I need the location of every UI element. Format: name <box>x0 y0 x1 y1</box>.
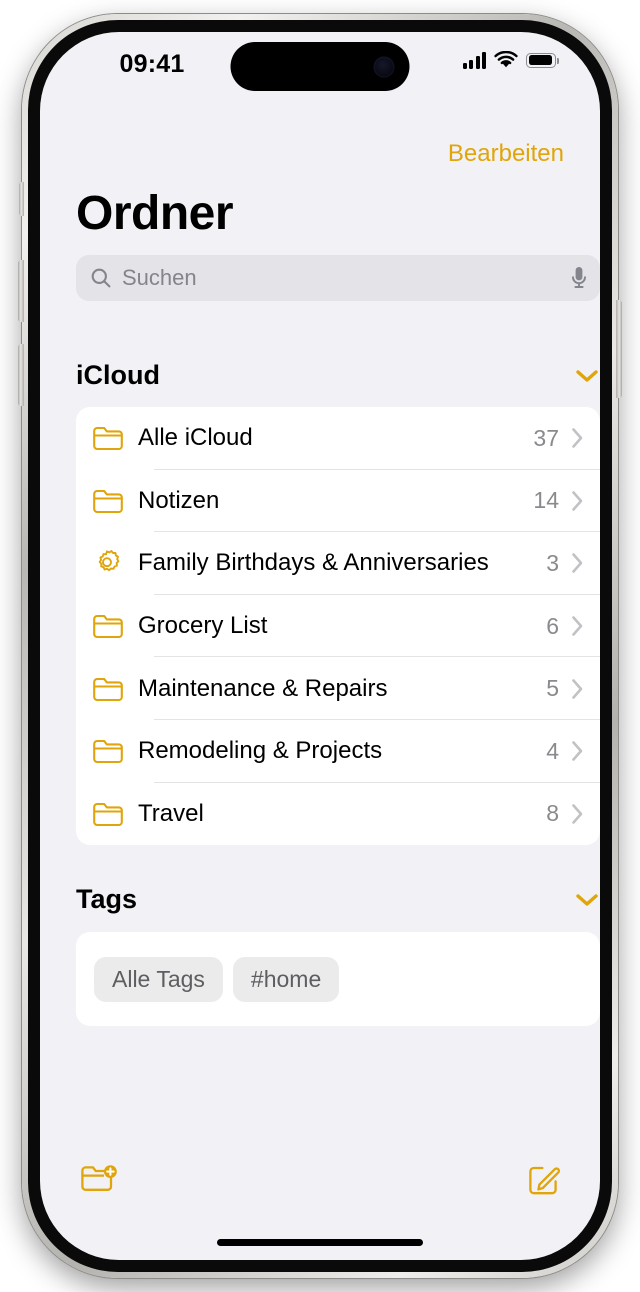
folder-icon <box>92 738 138 764</box>
section-title-icloud: iCloud <box>76 360 160 390</box>
folder-name: Maintenance & Repairs <box>138 674 388 702</box>
folder-icon <box>92 676 138 702</box>
list-item[interactable]: Grocery List 6 <box>76 595 600 658</box>
status-time: 09:41 <box>119 50 185 78</box>
folder-name: Alle iCloud <box>138 424 253 452</box>
chevron-right-icon <box>571 552 584 574</box>
folder-count: 3 <box>546 549 559 576</box>
list-item[interactable]: Notizen 14 <box>76 470 600 533</box>
status-indicators <box>462 51 559 69</box>
chevron-right-icon <box>571 427 584 449</box>
dynamic-island <box>230 42 410 91</box>
compose-note-icon[interactable] <box>526 1163 560 1197</box>
silent-switch[interactable] <box>19 182 24 216</box>
phone-bezel: 09:41 Bearbeiten Ordner Suchen iCloud Al… <box>28 20 612 1272</box>
front-camera-icon <box>373 56 395 77</box>
microphone-icon[interactable] <box>570 265 588 291</box>
folder-count: 6 <box>546 612 559 639</box>
volume-down-button[interactable] <box>18 344 24 406</box>
new-folder-icon[interactable] <box>80 1163 120 1197</box>
edit-button[interactable]: Bearbeiten <box>448 140 564 168</box>
chevron-right-icon <box>571 490 584 512</box>
folder-name: Family Birthdays & Anniversaries <box>138 549 489 577</box>
wifi-icon <box>494 51 518 69</box>
search-icon <box>90 267 112 289</box>
status-bar: 09:41 <box>40 32 600 94</box>
section-header-tags: Tags <box>76 884 600 915</box>
folder-icon <box>92 613 138 639</box>
section-header-icloud: iCloud <box>76 360 600 391</box>
folders-list: Alle iCloud 37 Notizen 14 Family Birthda… <box>76 407 600 846</box>
chevron-right-icon <box>571 740 584 762</box>
folder-icon <box>92 425 138 451</box>
bottom-toolbar <box>40 1152 600 1208</box>
gear-icon <box>92 548 138 578</box>
list-item[interactable]: Travel 8 <box>76 783 600 846</box>
folder-name: Remodeling & Projects <box>138 737 383 765</box>
folder-count: 5 <box>546 675 559 702</box>
folder-name: Grocery List <box>138 612 268 640</box>
section-title-tags: Tags <box>76 884 138 914</box>
chevron-right-icon <box>571 615 584 637</box>
chevron-right-icon <box>571 803 584 825</box>
volume-up-button[interactable] <box>18 260 24 322</box>
folder-count: 4 <box>546 737 559 764</box>
search-input[interactable]: Suchen <box>122 265 570 291</box>
folder-count: 8 <box>546 800 559 827</box>
tag-pill-home[interactable]: #home <box>232 956 340 1002</box>
folder-name: Travel <box>138 799 204 827</box>
folder-icon <box>92 801 138 827</box>
chevron-right-icon <box>571 678 584 700</box>
chevron-down-icon[interactable] <box>574 368 600 384</box>
folder-count: 37 <box>533 424 559 451</box>
tags-list: Alle Tags #home <box>76 932 600 1026</box>
list-item[interactable]: Remodeling & Projects 4 <box>76 720 600 783</box>
folder-name: Notizen <box>138 486 220 514</box>
page-title: Ordner <box>76 187 234 240</box>
list-item[interactable]: Family Birthdays & Anniversaries 3 <box>76 532 600 595</box>
folder-count: 14 <box>533 487 559 514</box>
screen: 09:41 Bearbeiten Ordner Suchen iCloud Al… <box>40 32 600 1260</box>
tag-pill-all[interactable]: Alle Tags <box>94 956 223 1002</box>
folder-icon <box>92 488 138 514</box>
list-item[interactable]: Maintenance & Repairs 5 <box>76 657 600 720</box>
power-button[interactable] <box>616 300 622 398</box>
chevron-down-icon[interactable] <box>574 892 600 908</box>
cellular-signal-icon <box>462 51 486 69</box>
battery-icon <box>526 52 559 68</box>
search-field[interactable]: Suchen <box>76 255 600 301</box>
home-indicator[interactable] <box>217 1239 423 1246</box>
list-item[interactable]: Alle iCloud 37 <box>76 407 600 470</box>
phone-frame: 09:41 Bearbeiten Ordner Suchen iCloud Al… <box>18 14 622 1278</box>
